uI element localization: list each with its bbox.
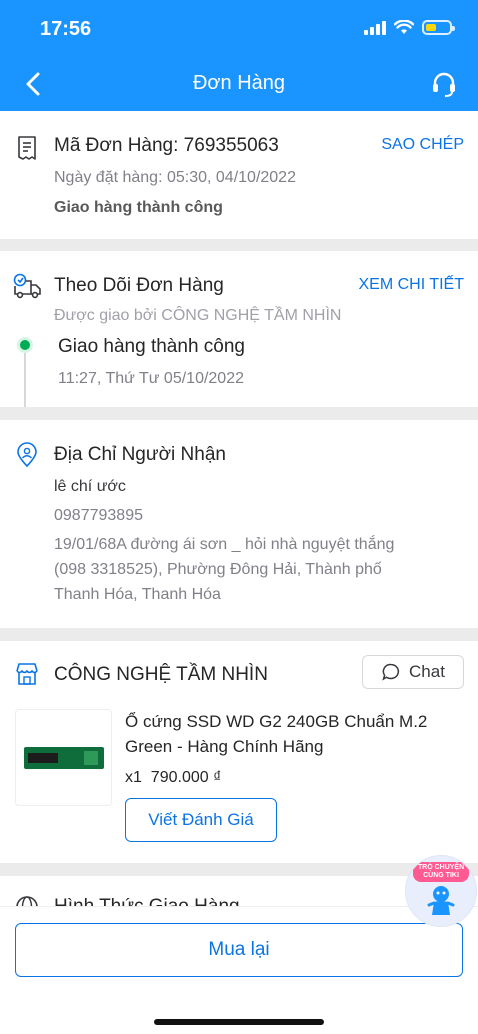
order-status: Giao hàng thành công xyxy=(54,199,223,216)
status-time: 17:56 xyxy=(40,18,92,40)
view-detail-button[interactable]: XEM CHI TIẾT xyxy=(359,276,465,294)
delivery-truck-icon xyxy=(13,273,41,299)
timeline-line xyxy=(24,353,26,407)
product-name[interactable]: Ổ cứng SSD WD G2 240GB Chuẩn M.2 Green -… xyxy=(125,709,455,759)
chat-button[interactable]: Chat xyxy=(362,655,464,689)
location-pin-icon xyxy=(17,442,37,468)
ssd-product-picture xyxy=(23,746,104,769)
buy-again-button[interactable]: Mua lại xyxy=(15,923,463,977)
product-name-line-1: Ổ cứng SSD WD G2 240GB Chuẩn M.2 xyxy=(125,712,428,731)
bottom-action-bar: Mua lại xyxy=(0,906,478,1034)
product-qty-price: x1 790.000 ₫ xyxy=(125,769,221,787)
mascot-label-line-2: CÙNG TIKI xyxy=(423,872,459,879)
mascot-label-line-1: TRÒ CHUYỆN xyxy=(417,864,465,871)
cellular-signal-icon xyxy=(364,20,386,35)
tracking-event-time: 11:27, Thứ Tư 05/10/2022 xyxy=(58,370,244,387)
status-icons xyxy=(364,20,455,35)
write-review-button[interactable]: Viết Đánh Giá xyxy=(125,798,277,842)
address-line-2: (098 3318525), Phường Đông Hải, Thành ph… xyxy=(54,561,382,578)
product-price: 790.000 ₫ xyxy=(150,769,222,786)
recipient-address-section: Địa Chỉ Người Nhận lê chí ước 0987793895… xyxy=(0,420,478,628)
shop-name[interactable]: CÔNG NGHỆ TẦM NHÌN xyxy=(54,664,268,686)
carrier-text: Được giao bởi CÔNG NGHỆ TẦM NHÌN xyxy=(54,307,342,324)
receipt-icon xyxy=(18,136,36,160)
headset-support-icon[interactable] xyxy=(430,70,458,98)
chat-label: Chat xyxy=(409,662,445,681)
product-name-line-2: Green - Hàng Chính Hãng xyxy=(125,737,324,756)
address-line-1: 19/01/68A đường ái sơn _ hỏi nhà nguyệt … xyxy=(54,536,395,553)
address-title: Địa Chỉ Người Nhận xyxy=(54,444,226,465)
status-bar: 17:56 xyxy=(0,0,478,56)
battery-icon xyxy=(422,20,455,35)
shop-section: CÔNG NGHỆ TẦM NHÌN Chat Ổ cứng SSD WD G2… xyxy=(0,641,478,863)
copy-button[interactable]: SAO CHÉP xyxy=(381,136,464,154)
tracking-event-status: Giao hàng thành công xyxy=(58,336,245,357)
mascot-character-icon xyxy=(427,886,455,915)
recipient-name: lê chí ước xyxy=(54,478,126,495)
product-image[interactable] xyxy=(15,709,112,806)
tracking-title: Theo Dõi Đơn Hàng xyxy=(54,275,224,296)
mascot-label: TRÒ CHUYỆN CÙNG TIKI xyxy=(413,862,469,882)
order-tracking-section: Theo Dõi Đơn Hàng XEM CHI TIẾT Được giao… xyxy=(0,251,478,407)
chat-bubble-icon xyxy=(382,663,400,681)
page-title: Đơn Hàng xyxy=(192,72,286,94)
order-date: Ngày đặt hàng: 05:30, 04/10/2022 xyxy=(54,169,296,186)
order-code: Mã Đơn Hàng: 769355063 xyxy=(54,135,279,156)
address-line-3: Thanh Hóa, Thanh Hóa xyxy=(54,586,221,603)
nav-bar: Đơn Hàng xyxy=(0,56,478,111)
store-icon xyxy=(16,663,38,685)
home-indicator[interactable] xyxy=(154,1019,324,1025)
wifi-icon xyxy=(394,20,414,34)
product-quantity: x1 xyxy=(125,769,142,786)
timeline-dot-icon xyxy=(17,337,33,353)
app-header: 17:56 Đơn Hàng xyxy=(0,0,478,111)
order-info-section: Mã Đơn Hàng: 769355063 SAO CHÉP Ngày đặt… xyxy=(0,111,478,239)
tiki-chat-mascot-button[interactable]: TRÒ CHUYỆN CÙNG TIKI xyxy=(405,855,477,927)
recipient-phone: 0987793895 xyxy=(54,507,143,524)
